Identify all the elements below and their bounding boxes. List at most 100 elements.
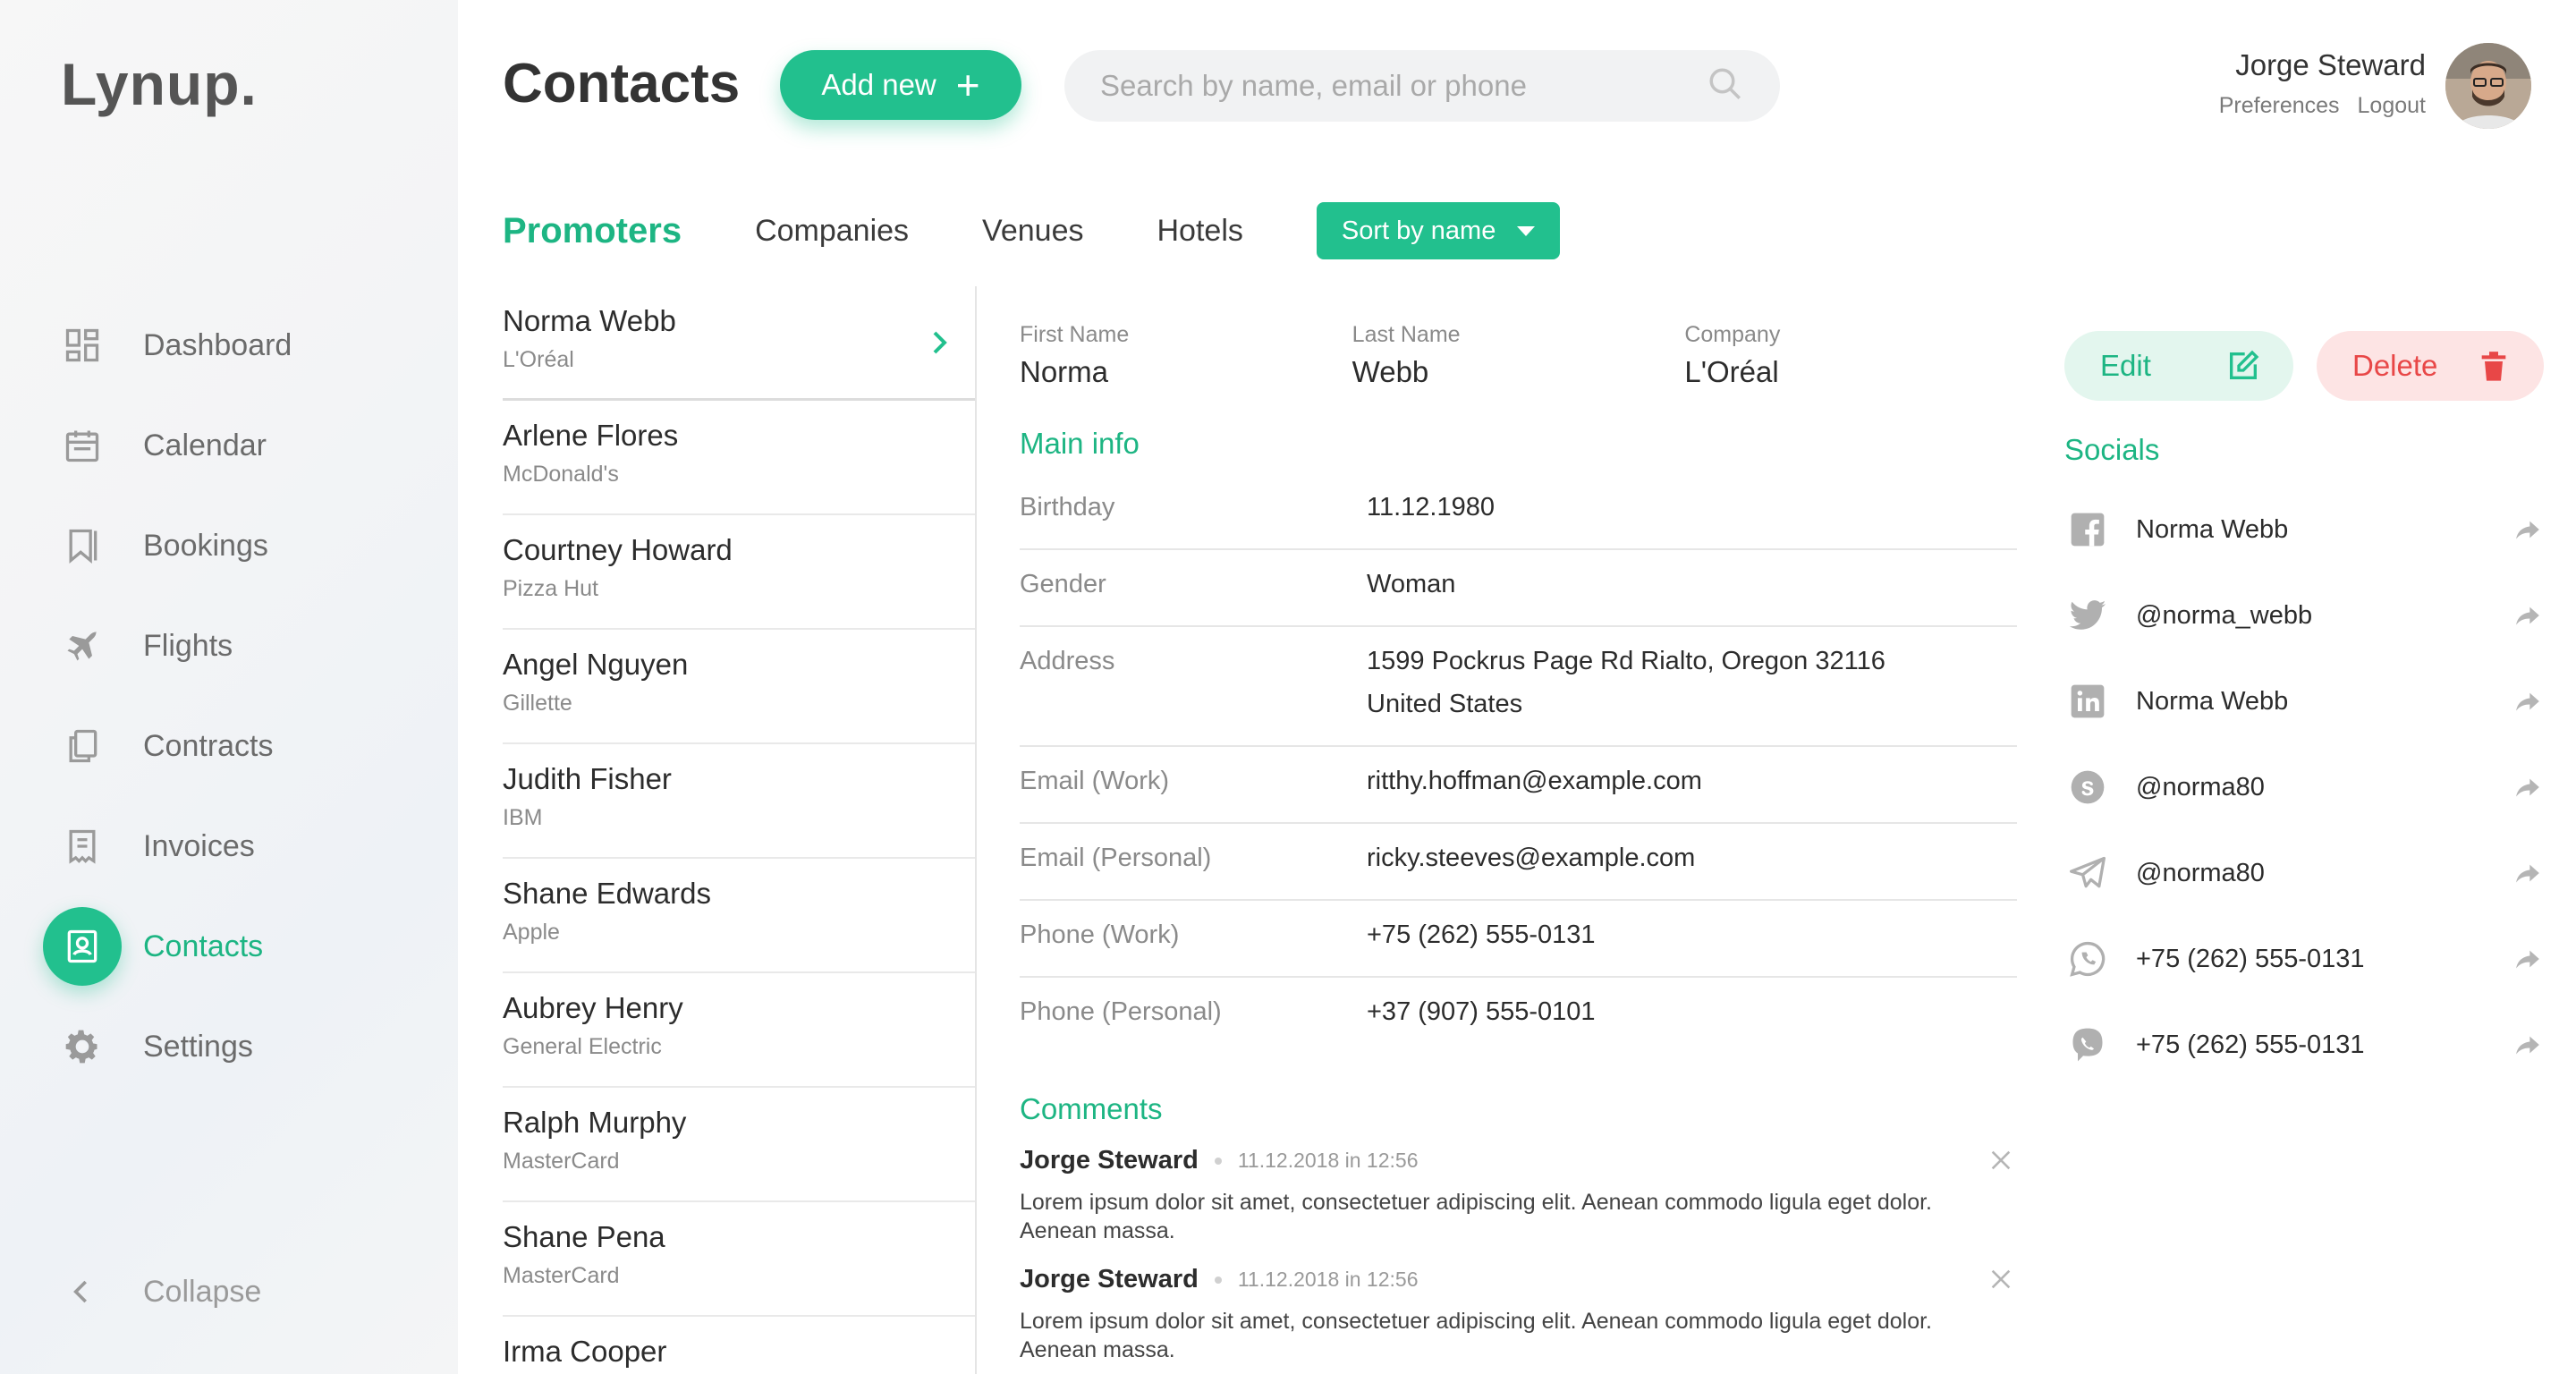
list-item[interactable]: Judith Fisher IBM [503,744,975,859]
list-item[interactable]: Aubrey Henry General Electric [503,973,975,1088]
contact-company: McDonald's [503,462,619,487]
contact-name: Angel Nguyen [503,648,689,681]
comment: Jorge Steward 11.12.2018 in 12:56 Lorem … [1020,1265,2017,1364]
info-value[interactable]: +37 (907) 555-0101 [1367,990,2017,1033]
add-new-button[interactable]: Add new + [780,50,1021,120]
sidebar-item-settings[interactable]: Settings [43,997,419,1097]
list-item[interactable]: Angel Nguyen Gillette [503,630,975,744]
page-title: Contacts [503,53,741,114]
user-name: Jorge Steward [2235,48,2426,81]
list-item[interactable]: Shane Pena MasterCard [503,1202,975,1317]
social-item-telegram[interactable]: @norma80 [2064,830,2547,916]
social-handle: Norma Webb [2136,686,2289,716]
tab-companies[interactable]: Companies [755,214,909,249]
first-name-label: First Name [1020,322,1130,347]
info-key: Birthday [1020,493,1115,522]
share-arrow-icon[interactable] [2515,776,2540,798]
contact-name: Shane Pena [503,1220,665,1253]
comment-header: Jorge Steward 11.12.2018 in 12:56 [1020,1146,2017,1175]
sidebar-item-contracts[interactable]: Contracts [43,696,419,796]
company-field: Company L'Oréal [1684,322,2017,389]
list-item[interactable]: Norma Webb L'Oréal [503,286,975,401]
contact-company: Apple [503,920,560,945]
tab-venues[interactable]: Venues [982,214,1083,249]
close-icon[interactable] [1988,1148,2013,1173]
info-value[interactable]: ritthy.hoffman@example.com [1367,759,2017,802]
search-input[interactable] [1100,69,1707,103]
comment-text: Lorem ipsum dolor sit amet, consectetuer… [1020,1309,1933,1362]
gear-icon [43,1007,122,1086]
sidebar-item-contacts[interactable]: Contacts [43,896,419,997]
contact-details: First Name Norma Last Name Webb Company … [1020,322,2017,1364]
share-arrow-icon[interactable] [2515,948,2540,970]
social-item-linkedin[interactable]: Norma Webb [2064,658,2547,744]
list-item[interactable]: Arlene Flores McDonald's [503,401,975,515]
close-icon[interactable] [1988,1267,2013,1292]
info-value[interactable]: ricky.steeves@example.com [1367,836,2017,879]
social-item-viber[interactable]: +75 (262) 555-0131 [2064,1002,2547,1088]
main-info-title: Main info [1020,427,1140,460]
social-item-twitter[interactable]: @norma_webb [2064,572,2547,658]
info-value[interactable]: +75 (262) 555-0131 [1367,913,2017,956]
collapse-button[interactable]: Collapse [43,1242,261,1342]
twitter-icon [2069,600,2106,630]
list-item[interactable]: Courtney Howard Pizza Hut [503,515,975,630]
tab-hotels[interactable]: Hotels [1157,214,1243,249]
share-arrow-icon[interactable] [2515,691,2540,712]
preferences-link[interactable]: Preferences [2219,93,2340,119]
avatar[interactable] [2445,43,2531,129]
trash-icon [2481,352,2506,381]
main-info-table: Birthday 11.12.1980 Gender Woman Address… [1020,473,2017,1053]
tab-promoters[interactable]: Promoters [503,211,682,251]
comment-time: 11.12.2018 in 12:56 [1237,1149,1419,1172]
list-item[interactable]: Irma Cooper [503,1317,975,1374]
sort-dropdown[interactable]: Sort by name [1316,202,1561,259]
facebook-icon [2071,513,2105,547]
social-item-whatsapp[interactable]: +75 (262) 555-0131 [2064,916,2547,1002]
comment-text: Lorem ipsum dolor sit amet, consectetuer… [1020,1190,1933,1243]
share-arrow-icon[interactable] [2515,862,2540,884]
search-icon[interactable] [1707,65,1744,107]
share-arrow-icon[interactable] [2515,519,2540,540]
sidebar-item-dashboard[interactable]: Dashboard [43,295,419,395]
contact-company: L'Oréal [503,347,574,372]
sidebar-item-label: Settings [143,1029,253,1064]
sidebar-item-flights[interactable]: Flights [43,596,419,696]
delete-button[interactable]: Delete [2317,331,2544,401]
contact-name: Arlene Flores [503,419,679,452]
sidebar-item-calendar[interactable]: Calendar [43,395,419,496]
sidebar-item-label: Flights [143,628,233,663]
whatsapp-icon [2070,941,2106,977]
social-handle: @norma80 [2136,772,2265,802]
contact-name: Courtney Howard [503,533,733,566]
logout-link[interactable]: Logout [2358,93,2426,119]
list-item[interactable]: Ralph Murphy MasterCard [503,1088,975,1202]
viber-icon [2072,1028,2103,1062]
address-line-1: 1599 Pockrus Page Rd Rialto, Oregon 3211… [1367,647,1885,675]
share-arrow-icon[interactable] [2515,605,2540,626]
sidebar-nav: Dashboard Calendar Bookings Flights Cont… [43,295,419,1097]
info-value: Woman [1367,570,1456,598]
sidebar-item-bookings[interactable]: Bookings [43,496,419,596]
contact-company: Gillette [503,691,572,716]
contact-name: Judith Fisher [503,762,672,795]
contact-company: Pizza Hut [503,576,598,601]
linkedin-icon [2071,684,2105,718]
social-item-skype[interactable]: @norma80 [2064,744,2547,830]
contact-company: MasterCard [503,1149,620,1174]
info-row-birthday: Birthday 11.12.1980 [1020,473,2017,550]
contact-card-icon [43,907,122,986]
share-arrow-icon[interactable] [2515,1034,2540,1056]
sidebar: Lynup. Dashboard Calendar Bookings Fligh… [0,0,458,1374]
info-row-address: Address 1599 Pockrus Page Rd Rialto, Ore… [1020,627,2017,747]
social-item-facebook[interactable]: Norma Webb [2064,487,2547,572]
contact-name: Ralph Murphy [503,1106,687,1139]
sidebar-item-invoices[interactable]: Invoices [43,796,419,896]
company-value: L'Oréal [1684,355,1779,388]
app-window: Lynup. Dashboard Calendar Bookings Fligh… [0,0,2576,1374]
edit-button[interactable]: Edit [2064,331,2293,401]
address-line-2: United States [1367,690,1523,718]
list-item[interactable]: Shane Edwards Apple [503,859,975,973]
skype-icon [2071,770,2105,804]
name-row: First Name Norma Last Name Webb Company … [1020,322,2017,389]
